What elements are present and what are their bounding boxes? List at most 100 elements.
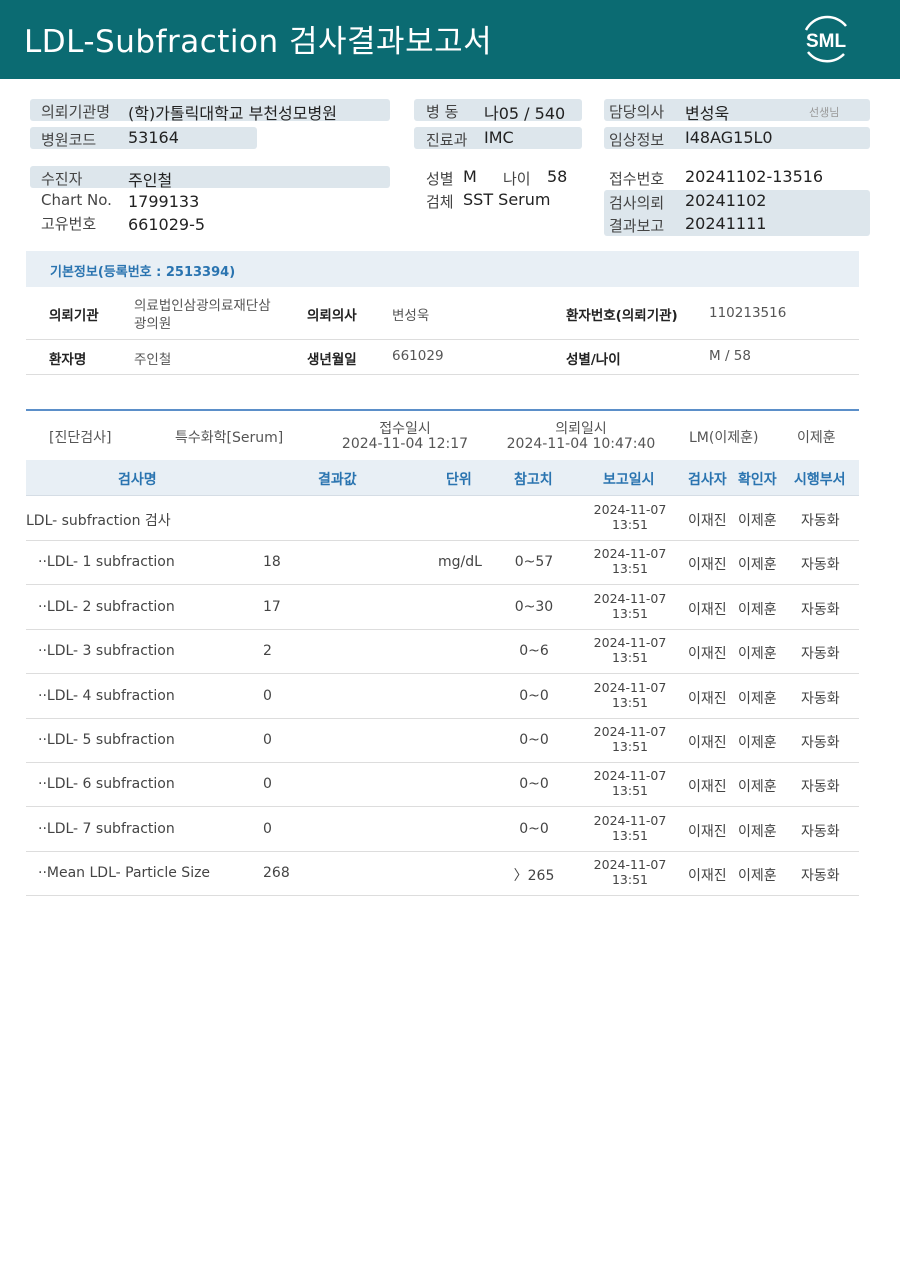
cell-unit: mg/dL: [438, 554, 482, 571]
cell-confirmer: 이제훈: [738, 601, 777, 618]
cell-date-time: 13:51: [611, 827, 649, 843]
sex-label: 성별: [426, 170, 454, 188]
cell-dept: 자동화: [801, 601, 840, 618]
cell-dept: 자동화: [801, 868, 840, 885]
cell-result: 0: [263, 687, 272, 704]
sexage-value: M / 58: [709, 348, 751, 364]
cell-name: ··LDL- 5 subfraction: [38, 732, 175, 748]
cell-result: 17: [263, 598, 281, 615]
cell-ref: 0~0: [519, 687, 549, 704]
cell-result: 18: [263, 554, 281, 571]
test-category: [진단검사]: [49, 430, 112, 446]
sexage-label: 성별/나이: [566, 352, 621, 368]
cell-ref: 0~0: [519, 776, 549, 793]
cell-date: 2024-11-07 13:51: [590, 680, 670, 710]
col-tester: 검사자: [688, 472, 727, 488]
cell-date-time: 13:51: [611, 561, 649, 577]
cell-name: ··LDL- 2 subfraction: [38, 598, 175, 615]
patient-no-label: 환자번호(의뢰기관): [566, 308, 678, 324]
table-row: ··LDL- 5 subfraction 0 0~0 이재진 이제훈 자동화 2024-11…: [26, 718, 859, 763]
cell-dept: 자동화: [801, 557, 840, 574]
lm-value: LM(이제훈): [689, 430, 759, 446]
cell-tester: 이재진: [688, 690, 727, 707]
clinical-label: 임상정보: [609, 131, 665, 149]
cell-date: 2024-11-07 13:51: [590, 546, 670, 576]
cell-date-day: 2024-11-07: [593, 590, 667, 606]
cell-date-time: 13:51: [611, 605, 649, 621]
cell-confirmer: 이제훈: [738, 513, 777, 529]
col-dept: 시행부서: [794, 472, 846, 488]
cell-date: 2024-11-07 13:51: [590, 591, 670, 621]
cell-date: 2024-11-07 13:51: [590, 635, 670, 665]
receipt-no-value: 20241102-13516: [685, 167, 824, 186]
cell-date-time: 13:51: [611, 872, 649, 888]
patient-band: [30, 166, 390, 188]
cell-ref: 0~6: [519, 643, 549, 660]
cell-tester: 이재진: [688, 646, 727, 663]
cell-date: 2024-11-07 13:51: [590, 857, 670, 887]
table-row: ··LDL- 2 subfraction 17 0~30 이재진 이제훈 자동화 2024-…: [26, 585, 859, 630]
inst-line1: 의료법인삼광의료재단삼: [134, 298, 271, 314]
cell-date-day: 2024-11-07: [593, 768, 667, 784]
cell-date-time: 13:51: [611, 739, 649, 754]
cell-date-day: 2024-11-07: [593, 724, 667, 739]
cell-dept: 자동화: [801, 690, 840, 707]
cell-confirmer: 이제훈: [738, 823, 777, 840]
unique-label: 고유번호: [41, 215, 97, 233]
cell-confirmer: 이제훈: [738, 779, 777, 796]
cell-tester: 이재진: [688, 779, 727, 796]
age-value: 58: [547, 167, 568, 186]
cell-date-time: 13:51: [611, 783, 649, 799]
basic-info-title: 기본정보(등록번호 : 2513394): [50, 265, 236, 280]
name-value: 주인철: [134, 352, 172, 368]
table-header: 검사명 결과값 단위 참고치 보고일시 검사자 확인자 시행부서: [26, 460, 859, 496]
patient-no-value: 110213516: [709, 305, 787, 321]
cell-tester: 이재진: [688, 823, 727, 840]
cell-date-day: 2024-11-07: [593, 679, 667, 695]
cell-date-time: 13:51: [611, 517, 649, 532]
dept-label: 진료과: [426, 131, 468, 149]
inst-label: 의뢰기관: [49, 308, 99, 324]
cell-name: ··LDL- 6 subfraction: [38, 776, 175, 793]
table-row: ··LDL- 7 subfraction 0 0~0 이재진 이제훈 자동화 2024-11…: [26, 807, 859, 852]
cell-dept: 자동화: [801, 735, 840, 751]
col-name: 검사명: [118, 472, 157, 488]
doctor-label: 담당의사: [609, 103, 665, 121]
cell-result: 2: [263, 643, 272, 660]
dept-value: IMC: [484, 128, 514, 147]
receipt-time-label: 접수일시: [379, 421, 431, 437]
report-date-label: 결과보고: [609, 217, 665, 235]
cell-tester: 이재진: [688, 735, 727, 751]
cell-dept: 자동화: [801, 823, 840, 840]
table-row: ··Mean LDL- Particle Size 268 〉265 이재진 이제훈 자동…: [26, 851, 859, 897]
cell-ref: 0~0: [519, 820, 549, 837]
cell-result: 0: [263, 776, 272, 793]
cell-date-day: 2024-11-07: [593, 502, 667, 517]
basic-info-row-2: 환자명 주인철 생년월일 661029 성별/나이 M / 58: [26, 340, 859, 375]
cell-date-day: 2024-11-07: [593, 812, 667, 828]
cell-name: ··LDL- 3 subfraction: [38, 643, 175, 660]
test-group: 특수화학[Serum]: [175, 430, 284, 446]
checker-value: 이제훈: [797, 430, 836, 446]
cell-name: ··Mean LDL- Particle Size: [38, 865, 211, 882]
unique-value: 661029-5: [128, 215, 206, 234]
req-doctor-value: 변성욱: [392, 308, 430, 324]
cell-date-day: 2024-11-07: [593, 546, 667, 562]
inst-line2: 광의원: [134, 316, 172, 332]
cell-date: 2024-11-07 13:51: [590, 502, 670, 532]
cell-date-day: 2024-11-07: [593, 857, 667, 873]
birth-value: 661029: [392, 348, 444, 364]
doctor-value: 변성욱: [685, 104, 730, 123]
report-header: LDL-Subfraction 검사결과보고서 SML: [0, 0, 900, 79]
cell-dept: 자동화: [801, 646, 840, 663]
requester-value: (학)가톨릭대학교 부천성모병원: [128, 104, 337, 123]
col-ref: 참고치: [514, 472, 553, 488]
request-time-label: 의뢰일시: [555, 421, 607, 437]
basic-info-header: 기본정보(등록번호 : 2513394): [26, 251, 859, 287]
request-time-value: 2024-11-04 10:47:40: [506, 436, 656, 452]
chart-value: 1799133: [128, 192, 200, 211]
patient-value: 주인철: [128, 171, 173, 190]
col-result: 결과값: [318, 472, 357, 488]
cell-confirmer: 이제훈: [738, 735, 777, 751]
cell-name: LDL- subfraction 검사: [26, 513, 171, 529]
